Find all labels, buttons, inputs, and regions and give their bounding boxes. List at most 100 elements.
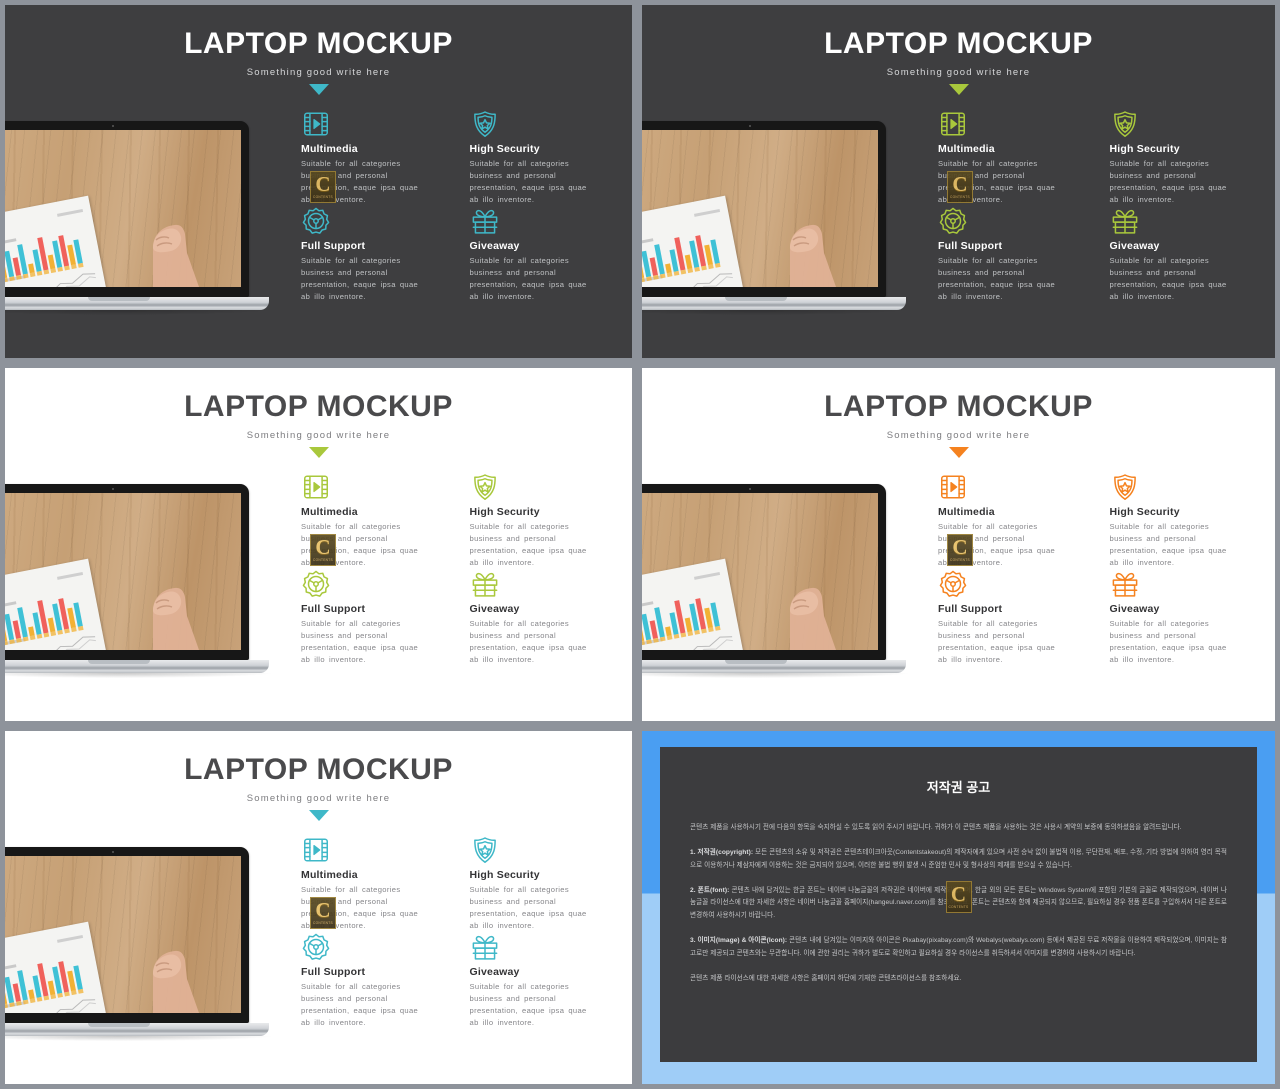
feature-body: Suitable for all categories business and… [1109,618,1227,664]
gift-box-giveaway-icon [1112,209,1137,234]
down-triangle-icon [308,447,329,458]
laptop-screen-photo [5,130,241,287]
laptop-base [5,1023,269,1036]
laptop-mockup [642,121,914,317]
hand-photo-detail [790,587,836,650]
slide-thumbnail-2[interactable]: LAPTOP MOCKUP Something good write here Mu… [637,0,1280,363]
page-title: LAPTOP MOCKUP [184,390,453,423]
gear-support-icon [302,570,330,597]
gift-box-giveaway-icon [472,572,497,597]
multimedia-film-play-icon [941,112,965,136]
gear-support-icon [302,207,330,234]
laptop-screen-photo [642,130,878,287]
feature-body: Suitable for all categories business and… [301,618,419,664]
feature-grid: Multimedia Suitable for all categories bu… [938,472,1265,666]
feature-grid: Multimedia Suitable for all categories bu… [938,109,1265,303]
feature-title: Full Support [938,602,1003,615]
slide-thumbnail-5[interactable]: LAPTOP MOCKUP Something good write here Mu… [0,726,637,1089]
feature-high-security[interactable]: High Security Suitable for all categories… [470,472,623,569]
laptop-shadow [5,1036,271,1041]
feature-title: Multimedia [938,143,995,155]
feature-high-security[interactable]: High Security Suitable for all categories… [470,835,623,932]
multimedia-film-play-icon [304,112,328,136]
feature-high-security[interactable]: High Security Suitable for all categories… [1110,109,1266,206]
slide-thumbnail-4[interactable]: LAPTOP MOCKUP Something good write here Mu… [637,363,1280,726]
feature-giveaway[interactable]: Giveaway Suitable for all categories busi… [470,206,623,303]
feature-body: Suitable for all categories business and… [301,885,419,930]
shield-star-security-icon [473,111,496,137]
page-title: LAPTOP MOCKUP [184,753,453,786]
hand-photo-detail [153,587,199,650]
feature-full-support[interactable]: Full Support Suitable for all categories … [301,932,454,1029]
laptop-mockup [5,847,277,1043]
feature-title: Full Support [301,239,366,252]
feature-body: Suitable for all categories business and… [469,885,587,930]
feature-body: Suitable for all categories business and… [1109,522,1227,567]
feature-full-support[interactable]: Full Support Suitable for all categories … [938,206,1094,303]
slide-thumbnail-3[interactable]: LAPTOP MOCKUP Something good write here Mu… [0,363,637,726]
laptop-base [642,297,906,310]
page-subtitle: Something good write here [246,67,391,78]
slide-thumbnail-copyright[interactable]: 저작권 공고 콘텐츠 제품을 사용하시기 전에 다음의 항목을 숙지하실 수 있도… [637,726,1280,1089]
laptop-mockup [642,484,914,680]
feature-body: Suitable for all categories business and… [469,255,587,301]
feature-giveaway[interactable]: Giveaway Suitable for all categories busi… [470,569,623,666]
down-triangle-icon [948,447,969,458]
laptop-screen-photo [5,493,241,650]
multimedia-film-play-icon [304,838,328,862]
feature-body: Suitable for all categories business and… [301,981,419,1027]
page-title: LAPTOP MOCKUP [184,27,453,60]
gear-support-icon [939,207,967,234]
laptop-base [5,297,269,310]
shield-star-security-icon [1113,474,1136,500]
feature-multimedia[interactable]: Multimedia Suitable for all categories bu… [938,472,1094,569]
slide-thumbnail-1[interactable]: LAPTOP MOCKUP Something good write here Mu… [0,0,637,363]
copyright-paragraph: 콘텐츠 제품을 사용하시기 전에 다음의 항목을 숙지하실 수 있도록 읽어 주… [690,824,1182,831]
feature-body: Suitable for all categories business and… [301,159,419,204]
laptop-mockup [5,121,277,317]
multimedia-film-play-icon [304,475,328,499]
gift-box-giveaway-icon [472,209,497,234]
feature-giveaway[interactable]: Giveaway Suitable for all categories busi… [1110,206,1266,303]
feature-multimedia[interactable]: Multimedia Suitable for all categories bu… [301,109,454,206]
feature-full-support[interactable]: Full Support Suitable for all categories … [301,569,454,666]
feature-full-support[interactable]: Full Support Suitable for all categories … [938,569,1094,666]
feature-multimedia[interactable]: Multimedia Suitable for all categories bu… [301,472,454,569]
gift-box-giveaway-icon [1112,572,1137,597]
copyright-paragraph: 콘텐츠 제품 라이선스에 대한 자세한 사항은 홈페이지 하단에 기재한 콘텐츠… [690,974,962,982]
feature-body: Suitable for all categories business and… [469,981,587,1027]
feature-multimedia[interactable]: Multimedia Suitable for all categories bu… [938,109,1094,206]
feature-title: Multimedia [301,143,358,155]
down-triangle-icon [308,810,329,821]
laptop-base [642,660,906,673]
feature-multimedia[interactable]: Multimedia Suitable for all categories bu… [301,835,454,932]
laptop-shadow [5,310,271,315]
laptop-shadow [642,310,908,315]
feature-body: Suitable for all categories business and… [938,159,1056,204]
page-title: LAPTOP MOCKUP [824,27,1093,60]
copyright-slide-background: 저작권 공고 콘텐츠 제품을 사용하시기 전에 다음의 항목을 숙지하실 수 있도… [642,731,1275,1084]
feature-body: Suitable for all categories business and… [938,522,1056,567]
copyright-paragraph: 1. 저작권(copyright): 모든 콘텐츠의 소유 및 저작권은 콘텐츠… [690,848,1227,869]
feature-giveaway[interactable]: Giveaway Suitable for all categories busi… [470,932,623,1029]
webcam-dot [112,851,114,853]
shield-star-security-icon [1113,111,1136,137]
feature-title: High Security [469,869,540,881]
feature-high-security[interactable]: High Security Suitable for all categories… [470,109,623,206]
feature-title: Giveaway [469,239,520,252]
webcam-dot [749,488,751,490]
feature-title: Multimedia [938,506,995,518]
feature-full-support[interactable]: Full Support Suitable for all categories … [301,206,454,303]
laptop-screen-photo [5,856,241,1013]
feature-title: Multimedia [301,506,358,518]
down-triangle-icon [308,84,329,95]
laptop-lid [5,484,249,660]
feature-body: Suitable for all categories business and… [469,618,587,664]
feature-giveaway[interactable]: Giveaway Suitable for all categories busi… [1110,569,1266,666]
feature-high-security[interactable]: High Security Suitable for all categories… [1110,472,1266,569]
laptop-base [5,660,269,673]
paragraph-lead: 1. 저작권(copyright): [690,848,754,856]
feature-title: Giveaway [1109,602,1160,615]
copyright-card: 저작권 공고 콘텐츠 제품을 사용하시기 전에 다음의 항목을 숙지하실 수 있도… [660,747,1257,1062]
feature-title: Full Support [301,965,366,978]
